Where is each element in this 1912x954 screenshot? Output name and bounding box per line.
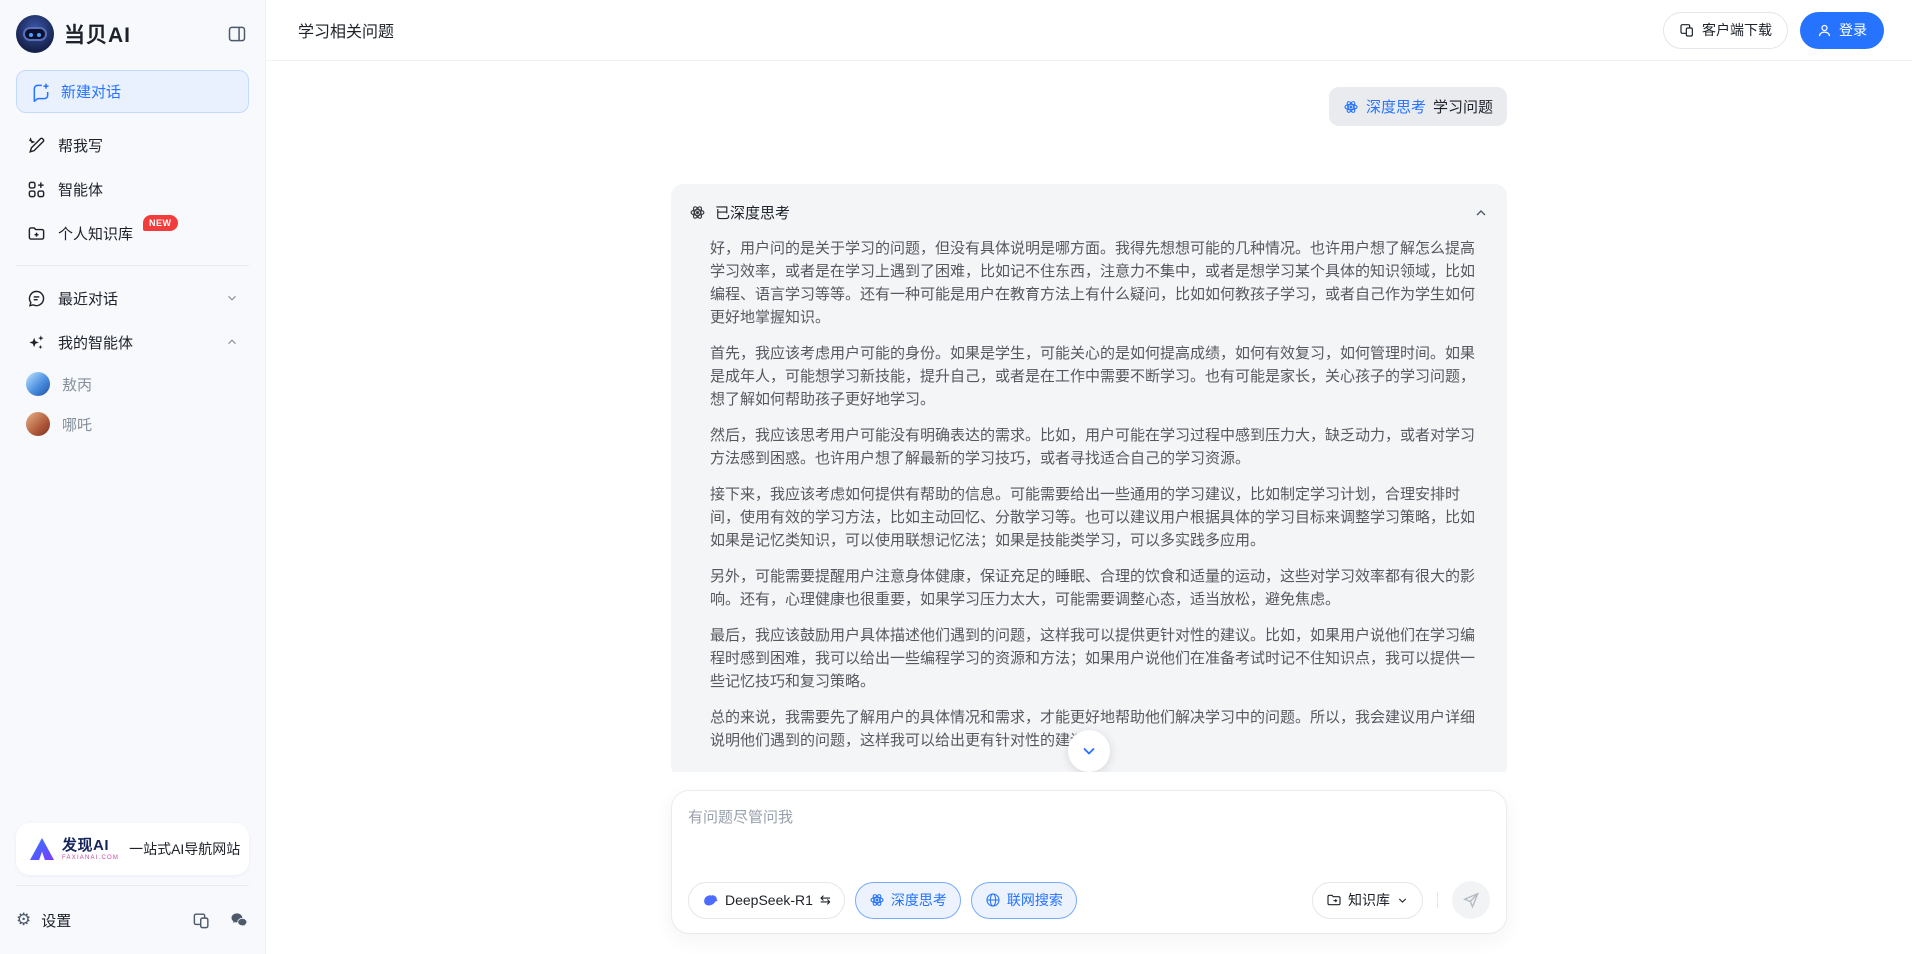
login-label: 登录: [1839, 20, 1867, 40]
section-label: 最近对话: [58, 288, 118, 309]
deep-think-icon: [689, 204, 706, 221]
main-area: 学习相关问题 客户端下载 登录: [266, 0, 1912, 954]
section-label: 我的智能体: [58, 332, 133, 353]
promo-banner[interactable]: 发现AI FAXIANAI.COM 一站式AI导航网站: [16, 823, 249, 875]
chevron-down-icon: [1396, 894, 1409, 907]
devices-icon[interactable]: [192, 911, 211, 930]
agent-name: 哪吒: [62, 414, 92, 435]
thinking-paragraph: 最后，我应该鼓励用户具体描述他们遇到的问题，这样我可以提供更针对性的建议。比如，…: [710, 624, 1475, 693]
sidebar: 当贝AI 新建对话 帮我写 智能体: [0, 0, 266, 954]
chevron-up-icon[interactable]: [225, 335, 239, 349]
new-badge: NEW: [143, 215, 178, 231]
sidebar-item-label: 帮我写: [58, 135, 103, 156]
sidebar-divider: [16, 885, 249, 886]
thinking-paragraph: 接下来，我应该考虑如何提供有帮助的信息。可能需要给出一些通用的学习建议，比如制定…: [710, 483, 1475, 552]
thinking-paragraph: 然后，我应该思考用户可能没有明确表达的需求。比如，用户可能在学习过程中感到压力大…: [710, 424, 1475, 470]
new-chat-label: 新建对话: [61, 81, 121, 102]
sidebar-header: 当贝AI: [16, 14, 249, 54]
agent-item-aobing[interactable]: 敖丙: [16, 364, 249, 404]
faxian-ai-logo-icon: [30, 838, 54, 860]
topbar: 学习相关问题 客户端下载 登录: [266, 0, 1912, 61]
promo-text: 一站式AI导航网站: [129, 839, 240, 859]
deep-think-label: 深度思考: [891, 890, 947, 910]
user-message-text: 学习问题: [1433, 96, 1493, 117]
model-selector[interactable]: DeepSeek-R1 ⇆: [688, 882, 845, 919]
wechat-icon[interactable]: [229, 910, 249, 930]
user-message: 深度思考 学习问题: [1329, 87, 1507, 126]
thinking-content: 好，用户问的是关于学习的问题，但没有具体说明是哪方面。我得先想想可能的几种情况。…: [710, 237, 1489, 752]
thinking-paragraph: 另外，可能需要提醒用户注意身体健康，保证充足的睡眠、合理的饮食和适量的运动，这些…: [710, 565, 1475, 611]
folder-icon: [1326, 892, 1342, 908]
promo-brand: 发现AI FAXIANAI.COM: [62, 838, 119, 861]
app-logo-icon: [16, 15, 54, 53]
chat-bubble-icon: [26, 288, 46, 308]
deep-think-icon: [869, 892, 885, 908]
avatar: [26, 412, 50, 436]
avatar: [26, 372, 50, 396]
login-button[interactable]: 登录: [1800, 12, 1884, 49]
sidebar-item-write[interactable]: 帮我写: [16, 123, 249, 167]
page-title: 学习相关问题: [298, 18, 1663, 42]
user-message-mode: 深度思考: [1366, 96, 1426, 117]
model-name: DeepSeek-R1: [725, 892, 813, 908]
scroll-to-bottom-button[interactable]: [1068, 730, 1110, 772]
agent-name: 敖丙: [62, 374, 92, 395]
chat-input[interactable]: [688, 807, 1490, 873]
settings-button[interactable]: ⚙ 设置: [16, 910, 192, 931]
sidebar-item-agents[interactable]: 智能体: [16, 167, 249, 211]
paper-plane-icon: [1462, 891, 1480, 909]
app-title: 当贝AI: [64, 19, 225, 49]
swap-model-icon: ⇆: [820, 892, 831, 908]
sidebar-section-my-agents[interactable]: 我的智能体: [16, 320, 249, 364]
composer-wrap: DeepSeek-R1 ⇆ 深度思考: [266, 772, 1912, 954]
sidebar-footer: ⚙ 设置: [16, 900, 249, 940]
sidebar-section-recent-chats[interactable]: 最近对话: [16, 276, 249, 320]
thinking-header-label: 已深度思考: [715, 202, 790, 223]
knowledge-base-selector[interactable]: 知识库: [1312, 882, 1423, 919]
device-download-icon: [1679, 22, 1695, 38]
globe-icon: [985, 892, 1001, 908]
pencil-icon: [26, 135, 46, 155]
knowledge-base-label: 知识库: [1348, 890, 1390, 910]
download-client-button[interactable]: 客户端下载: [1663, 12, 1788, 49]
deepseek-whale-icon: [702, 892, 719, 909]
sidebar-toggle-icon[interactable]: [225, 22, 249, 46]
sidebar-item-knowledge[interactable]: 个人知识库 NEW: [16, 211, 249, 255]
web-search-toggle[interactable]: 联网搜索: [971, 882, 1077, 919]
sparkles-icon: [26, 332, 46, 352]
thinking-paragraph: 好，用户问的是关于学习的问题，但没有具体说明是哪方面。我得先想想可能的几种情况。…: [710, 237, 1475, 329]
agents-grid-icon: [26, 179, 46, 199]
agent-item-nezha[interactable]: 哪吒: [16, 404, 249, 444]
knowledge-folder-icon: [26, 223, 46, 243]
send-button[interactable]: [1452, 881, 1490, 919]
web-search-label: 联网搜索: [1007, 890, 1063, 910]
deep-think-icon: [1343, 99, 1359, 115]
sidebar-item-label: 智能体: [58, 179, 103, 200]
thinking-paragraph: 首先，我应该考虑用户可能的身份。如果是学生，可能关心的是如何提高成绩，如何有效复…: [710, 342, 1475, 411]
composer: DeepSeek-R1 ⇆ 深度思考: [671, 790, 1507, 934]
settings-label: 设置: [41, 910, 71, 931]
divider: [1437, 892, 1438, 908]
deep-think-toggle[interactable]: 深度思考: [855, 882, 961, 919]
collapse-thinking-icon[interactable]: [1473, 205, 1489, 221]
download-client-label: 客户端下载: [1702, 20, 1772, 40]
new-chat-button[interactable]: 新建对话: [16, 70, 249, 113]
compose-icon: [31, 82, 51, 102]
person-icon: [1817, 23, 1832, 38]
sidebar-item-label: 个人知识库: [58, 223, 133, 244]
gear-icon: ⚙: [16, 910, 31, 930]
app-root: 当贝AI 新建对话 帮我写 智能体: [0, 0, 1912, 954]
thinking-panel: 已深度思考 好，用户问的是关于学习的问题，但没有具体说明是哪方面。我得先想想可能…: [671, 184, 1507, 772]
thinking-header[interactable]: 已深度思考: [689, 202, 1489, 223]
chat-area: 深度思考 学习问题 已深度思考 好，用: [266, 61, 1912, 772]
sidebar-divider: [16, 265, 249, 266]
sidebar-menu: 帮我写 智能体 个人知识库 NEW: [16, 123, 249, 255]
chevron-down-icon[interactable]: [225, 291, 239, 305]
